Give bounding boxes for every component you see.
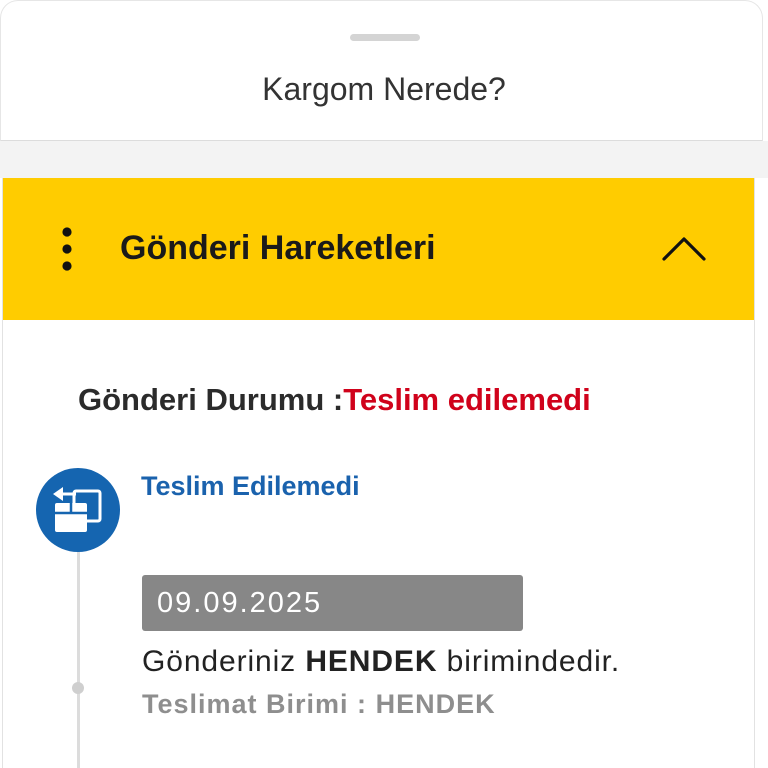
movement-message: Gönderiniz HENDEK birimindedir. [142,644,620,680]
delivery-unit: Teslimat Birimi : HENDEK [142,686,496,722]
timeline-line [76,552,80,768]
sheet-title: Kargom Nerede? [262,71,506,107]
movement-message-before: Gönderiniz [142,645,297,678]
movement-title: Teslim Edilemedi [141,471,360,501]
delivery-unit-label: Teslimat Birimi : [142,689,368,719]
tracking-panel-title: Gönderi Hareketleri [120,229,436,267]
chevron-up-icon[interactable] [660,236,708,262]
section-separator [0,141,768,178]
tracking-panel-header[interactable]: Gönderi Hareketleri [3,178,754,320]
timeline-dot [72,682,84,694]
shipment-status-label: Gönderi Durumu : [78,382,344,417]
package-return-icon [36,468,120,552]
shipment-status-value: Teslim edilemedi [343,382,591,417]
shipment-status: Gönderi Durumu :Teslim edilemedi [78,380,591,420]
tracking-panel: Gönderi Hareketleri Gönderi Durumu :Tesl… [2,178,755,768]
sheet-drag-handle[interactable] [350,34,420,41]
movement-date: 09.09.2025 [142,575,523,631]
movement-message-branch: HENDEK [305,645,438,678]
more-vertical-icon[interactable] [62,227,72,271]
delivery-unit-value: HENDEK [375,689,496,719]
movement-message-after: birimindedir. [446,645,621,678]
